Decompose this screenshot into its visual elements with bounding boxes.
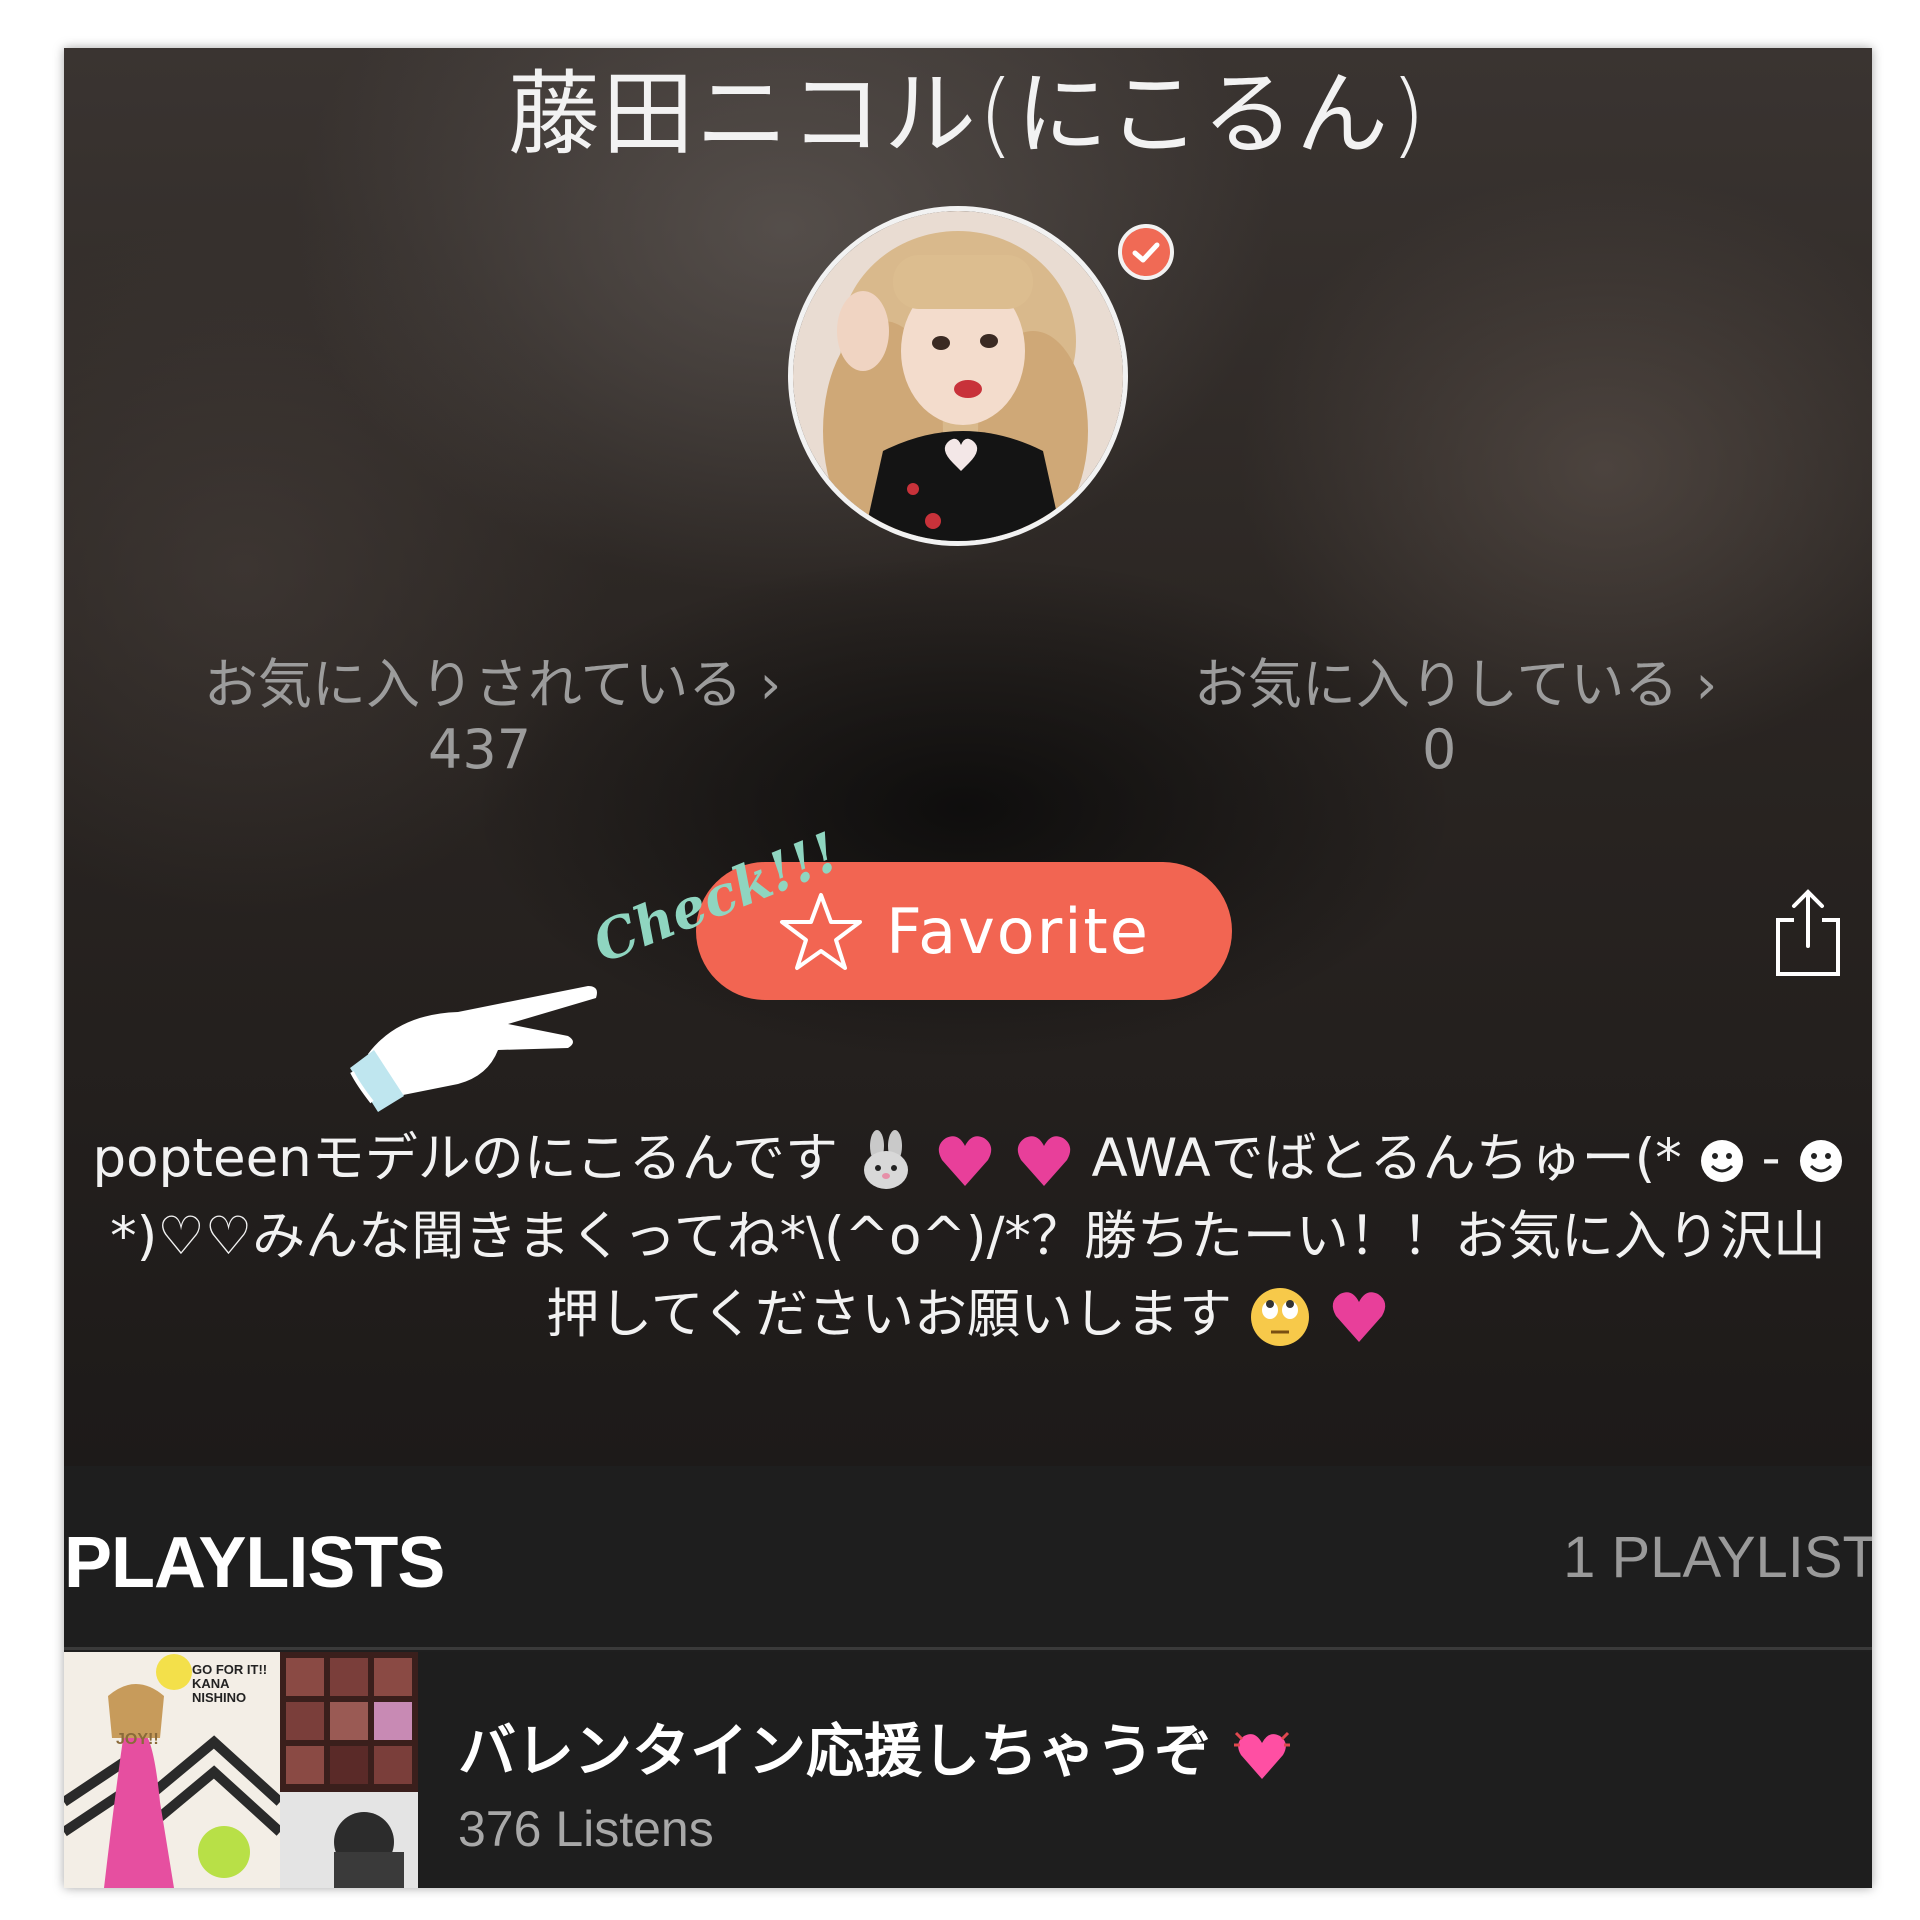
profile-bio: popteenモデルのにこるんです AWAでばとるんちゅー(* - *)♡♡みん… [64, 1120, 1872, 1354]
star-outline-icon [780, 893, 863, 970]
playlist-title-text: バレンタイン応援しちゃうぞ [458, 1717, 1213, 1785]
playlists-title: PLAYLISTS [64, 1523, 445, 1603]
profile-name: 藤田ニコル(にこるん) [508, 61, 1428, 168]
favoriting-label: お気に入りしている [1194, 653, 1679, 716]
cover-text-4: JOY!! [116, 1731, 159, 1748]
avatar[interactable] [788, 206, 1128, 546]
playlist-item[interactable]: GO FOR IT!! KANA NISHINO JOY!! バレンタイン応援し… [64, 1652, 1872, 1888]
profile-screen: 藤田ニコル(にこるん) お気に入りされている › 437 お気に入りしている ›… [64, 48, 1872, 1888]
favoriting-link[interactable]: お気に入りしている › [1194, 640, 1717, 719]
cover-text-1: GO FOR IT!! [192, 1662, 267, 1677]
heart-emoji-icon [1332, 1292, 1385, 1343]
rabbit-emoji-icon [863, 1130, 908, 1190]
favorited-by-label: お気に入りされている [204, 653, 743, 716]
chevron-right-icon: › [1695, 653, 1718, 716]
checkmark-icon [1132, 242, 1160, 263]
playlist-count: 1 PLAYLIST [1563, 1525, 1872, 1590]
heart-emoji-icon [1017, 1136, 1070, 1187]
eye-roll-emoji-icon [1250, 1288, 1309, 1347]
cover-text-3: NISHINO [192, 1690, 246, 1705]
share-button[interactable] [1770, 886, 1846, 982]
favorited-by-link[interactable]: お気に入りされている › [204, 640, 781, 719]
bio-text-1c: - [1761, 1128, 1781, 1189]
bio-line-2: *)♡♡みんな聞きまくってね*\(^o^)/*？勝ちたーい！！お気に入り沢山 [110, 1206, 1826, 1267]
playlist-cover: GO FOR IT!! KANA NISHINO JOY!! [64, 1652, 418, 1888]
playlists-header: PLAYLISTS 1 PLAYLIST [64, 1466, 1872, 1650]
verified-badge [1118, 224, 1174, 280]
heart-emoji-icon [938, 1136, 991, 1187]
favoriting-count: 0 [1422, 718, 1457, 781]
smiley-icon [1700, 1140, 1743, 1183]
smiley-icon [1799, 1140, 1842, 1183]
profile-hero: 藤田ニコル(にこるん) お気に入りされている › 437 お気に入りしている ›… [64, 48, 1872, 1466]
favorited-by-count: 437 [428, 718, 532, 781]
bio-text-3: 押してくださいお願いします [546, 1284, 1233, 1345]
playlist-title: バレンタイン応援しちゃうぞ [458, 1704, 1292, 1788]
bio-line-1: popteenモデルのにこるんです AWAでばとるんちゅー(* - [64, 1120, 1872, 1198]
beating-heart-emoji-icon [1234, 1731, 1291, 1779]
avatar-image [793, 211, 1123, 541]
playlist-listens: 376 Listens [458, 1801, 714, 1857]
bio-text-1b: AWAでばとるんちゅー(* [1091, 1128, 1682, 1189]
share-icon [1776, 889, 1840, 976]
favorite-label: Favorite [886, 894, 1150, 968]
cover-text-2: KANA [192, 1676, 230, 1691]
bio-text-1: popteenモデルのにこるんです [92, 1128, 839, 1189]
bio-line-3: 押してくださいお願いします [64, 1276, 1872, 1354]
pointing-hand-icon [350, 986, 597, 1112]
chevron-right-icon: › [759, 653, 782, 716]
